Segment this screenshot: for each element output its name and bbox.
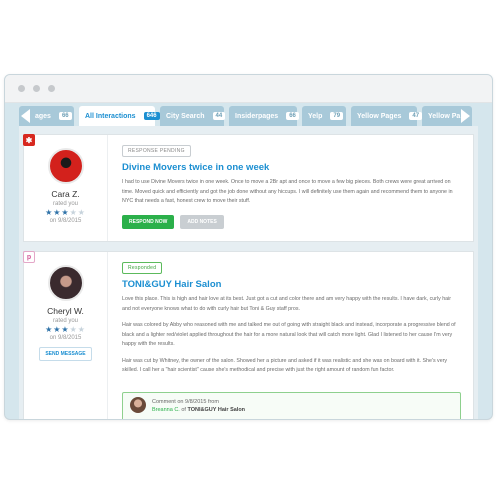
review-title[interactable]: Divine Movers twice in one week [122, 162, 461, 173]
tab-count: 79 [330, 112, 344, 120]
review-actions: RESPOND NOW ADD NOTES [122, 214, 461, 229]
review-body: RESPONSE PENDING Divine Movers twice in … [122, 135, 461, 229]
source-tabs: ages 66 All Interactions 646 City Search… [19, 106, 492, 126]
avatar[interactable] [47, 148, 84, 184]
star-off-icon: ★★ [69, 325, 86, 334]
window-dot-icon[interactable] [33, 85, 40, 92]
star-on-icon: ★★★ [45, 325, 70, 334]
tab-label: Yellow Pa [428, 112, 461, 120]
tab-yellow-pages-more[interactable]: Yellow Pa [422, 106, 472, 126]
send-message-button[interactable]: SEND MESSAGE [39, 347, 92, 361]
browser-window: ages 66 All Interactions 646 City Search… [4, 74, 493, 420]
star-on-icon: ★★★ [45, 208, 70, 217]
rated-label: rated you [52, 201, 79, 207]
window-dot-icon[interactable] [48, 85, 55, 92]
review-date: on 9/8/2015 [49, 218, 82, 224]
tab-city-search[interactable]: City Search 44 [160, 106, 226, 126]
tab-count: 646 [143, 112, 160, 120]
add-notes-button[interactable]: ADD NOTES [180, 214, 224, 229]
status-badge: RESPONSE PENDING [122, 145, 191, 157]
avatar[interactable] [47, 265, 84, 301]
window-dot-icon[interactable] [18, 85, 25, 92]
reviewer-panel: Cara Z. rated you ★★★★★ on 9/8/2015 [24, 135, 108, 241]
rated-label: rated you [52, 318, 79, 324]
review-date: on 9/8/2015 [49, 335, 82, 341]
review-card: p Cheryl W. rated you ★★★★★ on 9/8/2015 … [23, 251, 474, 419]
tab-yellow-pages[interactable]: Yellow Pages 47 [351, 106, 423, 126]
tab-label: ages [35, 112, 51, 120]
tab-all-interactions[interactable]: All Interactions 646 [79, 106, 160, 126]
respond-now-button[interactable]: RESPOND NOW [122, 214, 175, 229]
tab-count: 47 [409, 112, 423, 120]
comment-author[interactable]: Breanna C. [152, 407, 180, 413]
tab-pages[interactable]: ages 66 [19, 106, 74, 126]
status-badge: Responded [122, 262, 163, 274]
right-arrow-icon[interactable] [461, 109, 470, 123]
tab-count: 66 [286, 112, 299, 120]
review-text: Love this place. This is high and hair l… [122, 295, 461, 376]
tab-label: Insiderpages [235, 112, 279, 120]
review-body: Responded TONI&GUY Hair Salon Love this … [122, 252, 461, 383]
tab-count: 44 [212, 112, 226, 120]
star-rating: ★★★★★ [24, 208, 107, 217]
tab-yelp[interactable]: Yelp 79 [302, 106, 346, 126]
review-card: ✱ Cara Z. rated you ★★★★★ on 9/8/2015 RE… [23, 134, 474, 242]
review-paragraph: Hair was colored by Abby who reasoned wi… [122, 322, 456, 347]
comment-business: TONI&GUY Hair Salon [187, 407, 246, 413]
tab-label: City Search [166, 112, 205, 120]
star-rating: ★★★★★ [24, 325, 107, 334]
reviewer-panel: Cheryl W. rated you ★★★★★ on 9/8/2015 SE… [24, 252, 108, 419]
tab-label: Yelp [308, 112, 323, 120]
reviewer-name[interactable]: Cara Z. [24, 189, 107, 199]
comment-meta: Comment on 9/8/2015 from Breanna C. of T… [152, 398, 245, 414]
review-text: I had to use Divine Movers twice in one … [122, 179, 453, 204]
tab-count: 66 [58, 112, 72, 120]
comment-header: Comment on 9/8/2015 from [152, 399, 219, 405]
commenter-avatar [130, 397, 146, 413]
review-title[interactable]: TONI&GUY Hair Salon [122, 279, 461, 290]
tab-label: Yellow Pages [357, 112, 402, 120]
left-arrow-icon[interactable] [21, 109, 30, 123]
tab-insiderpages[interactable]: Insiderpages 66 [229, 106, 299, 126]
window-titlebar [5, 75, 492, 103]
comment-of: of [181, 407, 186, 413]
response-comment: Comment on 9/8/2015 from Breanna C. of T… [122, 392, 461, 419]
reviewer-name[interactable]: Cheryl W. [24, 306, 107, 316]
star-off-icon: ★★ [69, 208, 86, 217]
interactions-feed: ✱ Cara Z. rated you ★★★★★ on 9/8/2015 RE… [19, 126, 478, 419]
review-paragraph: Hair was cut by Whitney, the owner of th… [122, 357, 448, 374]
review-paragraph: Love this place. This is high and hair l… [122, 296, 452, 312]
tab-label: All Interactions [85, 112, 136, 120]
